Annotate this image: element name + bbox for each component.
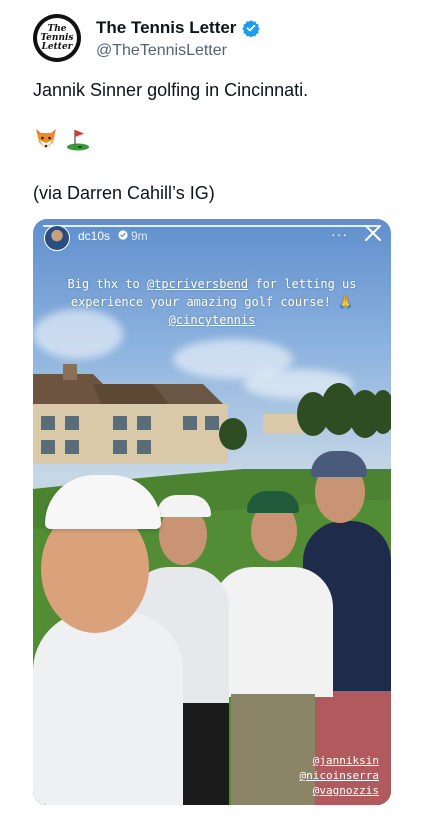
close-icon[interactable] (363, 223, 383, 243)
fox-face-icon (36, 129, 56, 149)
tag-link[interactable]: @janniksin (300, 753, 379, 768)
mention-link[interactable]: @tpcriversbend (147, 277, 248, 291)
tweet-header: The Tennis Letter The Tennis Letter @The… (33, 14, 393, 66)
source-credit: (via Darren Cahill’s IG) (33, 183, 215, 203)
verified-badge-icon (242, 20, 261, 37)
story-timestamp: 9m (131, 229, 148, 243)
verified-badge-icon (118, 230, 128, 240)
more-options-icon[interactable]: ··· (331, 226, 348, 242)
story-tags: @janniksin @nicoinserra @vagnozzis (300, 753, 379, 798)
folded-hands-icon: 🙏 (338, 295, 354, 309)
golf-flag-icon (67, 130, 89, 151)
name-row: The Tennis Letter (96, 18, 261, 38)
story-username[interactable]: dc10s (78, 229, 110, 243)
caption-text: Big thx to (67, 277, 147, 291)
handle[interactable]: @TheTennisLetter (96, 42, 227, 60)
tweet-text: Jannik Sinner golfing in Cincinnati. (33, 80, 309, 100)
avatar[interactable]: The Tennis Letter (33, 14, 81, 62)
story-avatar[interactable] (44, 225, 70, 251)
avatar-text-line: Letter (41, 41, 73, 52)
emoji-row (33, 127, 91, 151)
tag-link[interactable]: @nicoinserra (300, 768, 379, 783)
avatar-logo: The Tennis Letter (37, 18, 77, 58)
mention-link[interactable]: @cincytennis (169, 313, 256, 327)
story-caption: Big thx to @tpcriversbend for letting us… (33, 275, 391, 329)
story-image[interactable]: dc10s 9m ··· Big thx to @tpcriversbend f… (33, 219, 391, 805)
person-front-left (33, 475, 183, 805)
tag-link[interactable]: @vagnozzis (300, 783, 379, 798)
display-name[interactable]: The Tennis Letter (96, 18, 236, 38)
